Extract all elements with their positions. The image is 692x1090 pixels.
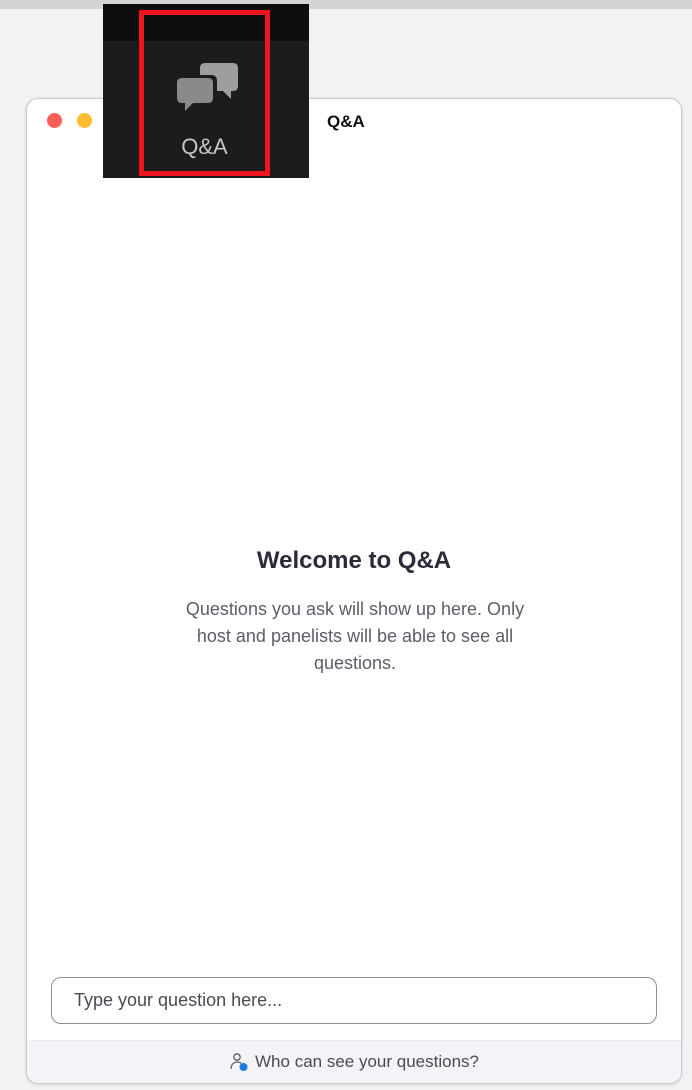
minimize-window-button[interactable] <box>77 113 92 128</box>
question-input[interactable] <box>51 977 657 1024</box>
zoom-toolbar-crop: Q&A <box>103 4 309 178</box>
qa-toolbar-label: Q&A <box>181 134 228 159</box>
welcome-description: Questions you ask will show up here. Onl… <box>185 599 525 673</box>
welcome-heading: Welcome to Q&A <box>256 547 452 574</box>
qa-window: Q&A Welcome to Q&A Questions you ask wil… <box>26 98 682 1084</box>
who-can-see-text: Who can see your questions? <box>255 1052 479 1071</box>
footer-bar: Who can see your questions? <box>27 1040 681 1083</box>
chat-bubbles-icon <box>177 63 238 111</box>
window-title: Q&A <box>327 112 365 131</box>
close-window-button[interactable] <box>47 113 62 128</box>
person-info-icon <box>230 1053 248 1071</box>
who-can-see-link[interactable]: Who can see your questions? <box>229 1052 479 1072</box>
qa-toolbar-button[interactable]: Q&A <box>139 10 270 176</box>
